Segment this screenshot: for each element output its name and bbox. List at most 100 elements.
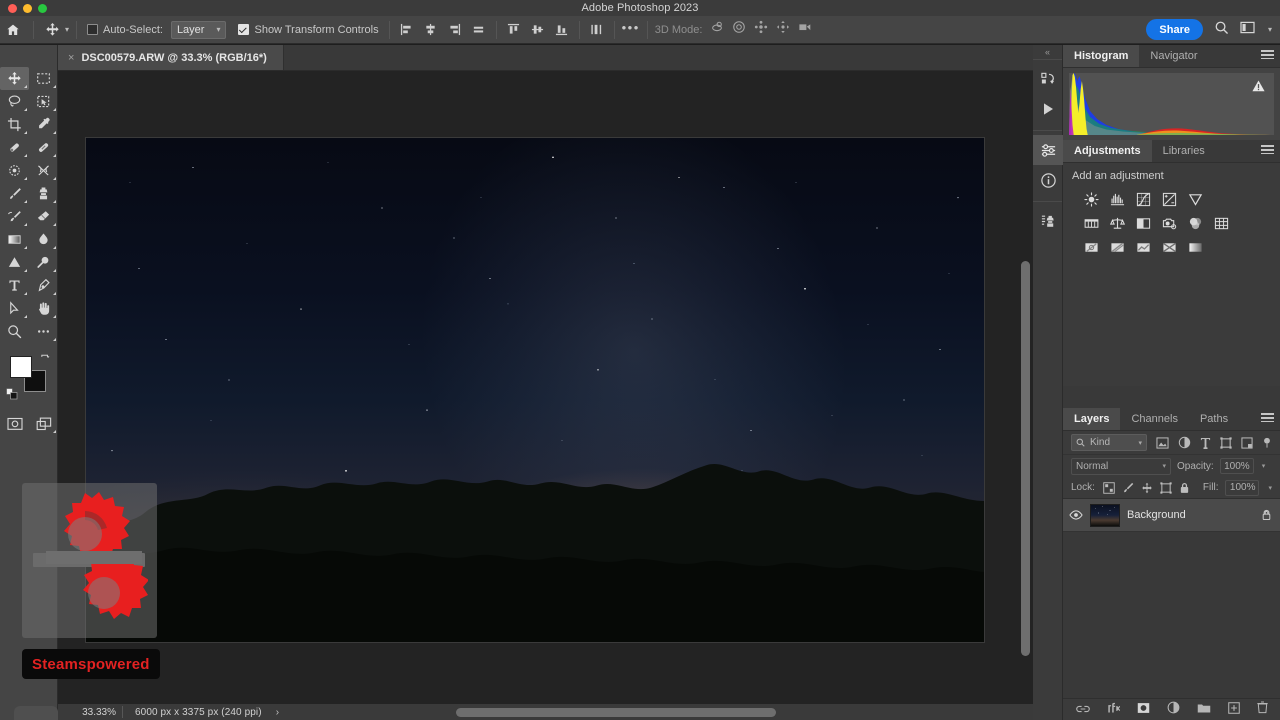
new-group-icon[interactable]: [1197, 701, 1211, 719]
type-tool-button[interactable]: [0, 274, 29, 297]
auto-select-checkbox[interactable]: [87, 24, 99, 35]
dodge-tool-button[interactable]: [0, 251, 29, 274]
lock-transparent-pixels-icon[interactable]: [1103, 481, 1115, 494]
auto-select-target-dropdown[interactable]: Layer ▾: [170, 20, 227, 39]
delete-layer-icon[interactable]: [1256, 700, 1268, 719]
levels-icon[interactable]: [1107, 191, 1127, 208]
fill-value[interactable]: 100%: [1225, 479, 1260, 496]
layer-style-fx-icon[interactable]: [1107, 701, 1120, 719]
pen-tool-button[interactable]: [29, 274, 58, 297]
default-colors-icon[interactable]: [6, 387, 18, 405]
edit-toolbar-button[interactable]: [29, 320, 58, 343]
lock-position-icon[interactable]: [1141, 482, 1153, 494]
spot-healing-brush-tool-button[interactable]: [0, 136, 29, 159]
photo-filter-icon[interactable]: [1159, 215, 1179, 232]
tab-paths[interactable]: Paths: [1189, 408, 1239, 430]
zoom-tool-button[interactable]: [0, 320, 29, 343]
rotate-3d-icon[interactable]: [710, 20, 724, 39]
posterize-icon[interactable]: [1107, 239, 1127, 256]
burn-tool-button[interactable]: [29, 251, 58, 274]
rail-actions-play-icon[interactable]: [1033, 94, 1063, 124]
lasso-tool-button[interactable]: [0, 90, 29, 113]
history-brush-tool-button[interactable]: [0, 205, 29, 228]
opacity-value[interactable]: 100%: [1219, 458, 1254, 474]
color-lookup-icon[interactable]: [1211, 215, 1231, 232]
show-transform-controls-checkbox[interactable]: [238, 24, 250, 35]
hue-saturation-icon[interactable]: [1081, 215, 1101, 232]
filter-kind-select[interactable]: Kind ▾: [1071, 434, 1147, 451]
zoom-level[interactable]: 33.33%: [58, 707, 122, 718]
exposure-icon[interactable]: [1159, 191, 1179, 208]
vertical-scroll-thumb[interactable]: [1021, 261, 1030, 656]
rail-clone-source-icon[interactable]: [1033, 206, 1063, 236]
selective-color-icon[interactable]: [1159, 239, 1179, 256]
brightness-contrast-icon[interactable]: [1081, 191, 1101, 208]
layer-name[interactable]: Background: [1127, 509, 1186, 521]
align-horizontal-centers-icon[interactable]: [421, 20, 441, 40]
object-selection-tool-button[interactable]: [29, 90, 58, 113]
black-white-icon[interactable]: [1133, 215, 1153, 232]
eraser-tool-button[interactable]: [29, 205, 58, 228]
filter-enable-toggle-icon[interactable]: [1262, 437, 1272, 449]
status-expand-arrow-icon[interactable]: ›: [276, 707, 279, 718]
gradient-map-icon[interactable]: [1185, 239, 1205, 256]
fill-chevron-down-icon[interactable]: ▾: [1268, 484, 1272, 492]
more-options-button[interactable]: •••: [622, 21, 640, 34]
rail-info-icon[interactable]: [1033, 165, 1063, 195]
color-balance-icon[interactable]: [1107, 215, 1127, 232]
tab-layers[interactable]: Layers: [1063, 408, 1121, 430]
canvas-vertical-scrollbar[interactable]: [1021, 261, 1030, 656]
rail-history-icon[interactable]: [1033, 64, 1063, 94]
blur-tool-button[interactable]: [29, 228, 58, 251]
camera-3d-icon[interactable]: [798, 20, 813, 39]
lock-all-icon[interactable]: [1179, 482, 1190, 494]
align-bottom-edges-icon[interactable]: [552, 20, 572, 40]
home-icon[interactable]: [0, 16, 26, 44]
new-layer-icon[interactable]: [1227, 701, 1240, 719]
canvas-area[interactable]: [58, 71, 1033, 704]
tab-histogram[interactable]: Histogram: [1063, 45, 1140, 67]
filter-shape-icon[interactable]: [1220, 436, 1232, 449]
lock-image-pixels-icon[interactable]: [1122, 482, 1134, 494]
tab-navigator[interactable]: Navigator: [1139, 45, 1208, 67]
document-tab[interactable]: × DSC00579.ARW @ 33.3% (RGB/16*): [58, 45, 284, 70]
adjustments-panel-menu-icon[interactable]: [1261, 140, 1280, 162]
share-button[interactable]: Share: [1146, 19, 1203, 40]
toolbar-drag-handle[interactable]: [14, 706, 58, 720]
brush-tool-button[interactable]: [0, 182, 29, 205]
channel-mixer-icon[interactable]: [1185, 215, 1205, 232]
threshold-icon[interactable]: [1133, 239, 1153, 256]
filter-smart-object-icon[interactable]: [1241, 436, 1253, 449]
opacity-chevron-down-icon[interactable]: ▾: [1262, 462, 1266, 470]
foreground-color-swatch[interactable]: [10, 356, 32, 378]
move-tool-icon[interactable]: [41, 16, 63, 44]
align-top-edges-icon[interactable]: [504, 20, 524, 40]
rectangular-marquee-tool-button[interactable]: [29, 67, 58, 90]
remove-tool-button[interactable]: [29, 159, 58, 182]
patch-tool-button[interactable]: [0, 159, 29, 182]
new-adjustment-layer-icon[interactable]: [1167, 701, 1180, 719]
filter-type-icon[interactable]: [1200, 437, 1211, 449]
move-tool-button[interactable]: [0, 67, 29, 90]
table-row[interactable]: Background: [1063, 499, 1280, 532]
filter-adjustment-icon[interactable]: [1178, 436, 1191, 449]
path-selection-tool-button[interactable]: [0, 297, 29, 320]
filter-pixel-icon[interactable]: [1156, 436, 1169, 449]
align-vertical-centers-icon[interactable]: [528, 20, 548, 40]
document-image[interactable]: [85, 137, 985, 643]
roll-3d-icon[interactable]: [732, 20, 746, 39]
blend-mode-select[interactable]: Normal ▾: [1071, 457, 1171, 475]
search-icon[interactable]: [1214, 20, 1229, 40]
pan-3d-icon[interactable]: [754, 20, 768, 39]
close-document-icon[interactable]: ×: [68, 52, 74, 64]
slide-3d-icon[interactable]: [776, 20, 790, 39]
healing-brush-tool-button[interactable]: [29, 136, 58, 159]
workspace-switcher-icon[interactable]: [1240, 21, 1255, 39]
histogram-panel-menu-icon[interactable]: [1261, 45, 1280, 67]
layer-visibility-eye-icon[interactable]: [1069, 510, 1083, 520]
distribute-horizontal-icon[interactable]: [469, 20, 489, 40]
gradient-tool-button[interactable]: [0, 228, 29, 251]
link-layers-icon[interactable]: [1075, 701, 1090, 719]
screen-mode-icon[interactable]: [29, 412, 58, 435]
tab-libraries[interactable]: Libraries: [1152, 140, 1216, 162]
